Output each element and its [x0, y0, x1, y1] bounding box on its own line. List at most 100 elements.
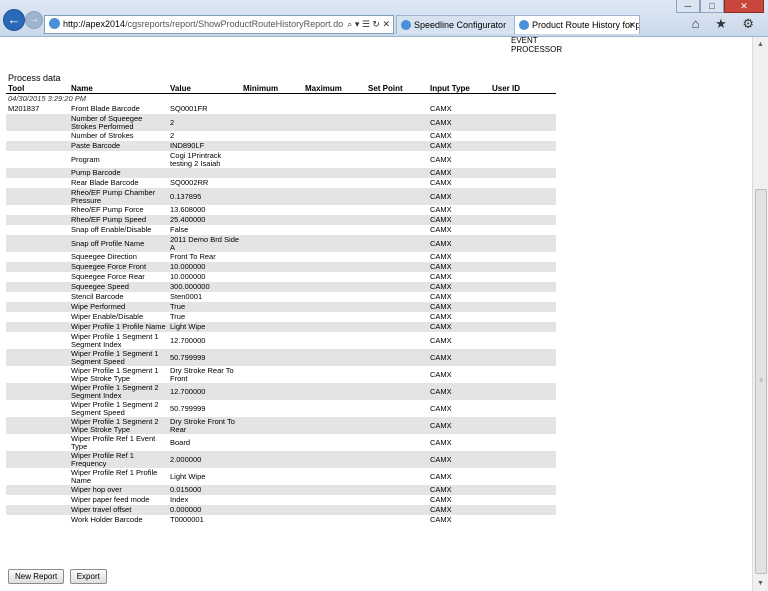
cell-name: Wiper Profile 1 Segment 1 Wipe Stroke Ty…	[71, 365, 159, 383]
back-icon[interactable]: ←	[3, 9, 25, 31]
cell-value: Light Wipe	[170, 471, 206, 481]
cell-set-point	[366, 272, 428, 282]
cell-name: Wiper hop over	[69, 485, 168, 495]
cell-user-id	[490, 282, 556, 292]
address-bar[interactable]: http://apex2014/cgsreports/report/ShowPr…	[44, 15, 394, 34]
table-row: Wiper Profile 1 Segment 1 Segment Speed 5…	[6, 349, 556, 366]
cell-tool	[6, 302, 69, 312]
tab-label: Speedline Configurator	[414, 20, 507, 30]
scroll-up-icon[interactable]: ▲	[753, 37, 768, 52]
cell-name: Pump Barcode	[69, 168, 168, 178]
cell-maximum	[303, 366, 366, 383]
scroll-thumb[interactable]: ≡	[755, 189, 767, 574]
table-row: Program Cogi 1Printrack testing 2 Isaiah C…	[6, 151, 556, 168]
cell-maximum	[303, 495, 366, 505]
cell-set-point	[366, 366, 428, 383]
table-row: Rheo/EF Pump Chamber Pressure 0.137895 CAM…	[6, 188, 556, 205]
cell-value: T0000001	[170, 515, 204, 524]
cell-user-id	[490, 468, 556, 485]
cell-minimum	[241, 225, 303, 235]
tab-speedline-configurator[interactable]: Speedline Configurator	[396, 15, 518, 34]
scroll-down-icon[interactable]: ▼	[753, 576, 768, 591]
close-icon[interactable]: ✕	[724, 0, 764, 13]
cell-value: True	[170, 312, 186, 321]
cell-minimum	[241, 495, 303, 505]
cell-set-point	[366, 383, 428, 400]
cell-name: Stencil Barcode	[71, 292, 124, 301]
cell-maximum	[303, 451, 366, 468]
table-row: Snap off Enable/Disable False CAMX	[6, 225, 556, 235]
cell-tool	[6, 114, 69, 131]
table-row: Squeegee Speed 300.000000 CAMX	[6, 282, 556, 292]
cell-user-id	[490, 434, 556, 451]
cell-tool	[6, 178, 69, 188]
cell-value: 12.700000	[170, 335, 206, 345]
minimize-icon[interactable]: ─	[676, 0, 700, 13]
cell-tool	[6, 468, 69, 485]
cell-name: Number of Squeegee Strokes Performed	[69, 114, 168, 131]
vertical-scrollbar[interactable]: ▲ ≡ ▼	[752, 37, 768, 591]
cell-minimum	[241, 515, 303, 525]
cell-value: Sten0001	[170, 292, 203, 301]
cell-user-id	[490, 225, 556, 235]
cell-maximum	[303, 151, 366, 168]
col-header-minimum: Minimum	[241, 83, 303, 94]
cell-input-type: CAMX	[430, 335, 452, 345]
cell-minimum	[241, 417, 303, 434]
cell-minimum	[241, 272, 303, 282]
cell-user-id	[490, 104, 556, 114]
cell-user-id	[490, 515, 556, 525]
cell-user-id	[490, 451, 556, 468]
table-row: Rheo/EF Pump Force 13.608000 CAMX	[6, 205, 556, 215]
cell-maximum	[303, 114, 366, 131]
cell-value: 25.400000	[168, 215, 241, 225]
cell-name: Wiper travel offset	[69, 505, 168, 515]
export-button[interactable]: Export	[69, 569, 107, 584]
timestamp-row: 04/30/2015 3:29:20 PM	[6, 94, 556, 105]
table-row: Wiper Enable/Disable True CAMX	[6, 312, 556, 322]
new-report-button[interactable]: New Report	[8, 569, 65, 584]
maximize-icon[interactable]: □	[700, 0, 724, 13]
cell-input-type: CAMX	[430, 292, 452, 301]
cell-set-point	[366, 114, 428, 131]
cell-tool	[6, 495, 69, 505]
cell-set-point	[366, 235, 428, 252]
cell-input-type: CAMX	[428, 451, 490, 468]
cell-input-type: CAMX	[428, 383, 490, 400]
scroll-grip-icon: ≡	[759, 378, 763, 384]
cell-user-id	[490, 366, 556, 383]
cell-input-type: CAMX	[430, 272, 452, 281]
cell-set-point	[366, 262, 428, 272]
cell-name: Snap off Profile Name	[69, 235, 168, 252]
table-row: Squeegee Force Front 10.000000 CAMX	[6, 262, 556, 272]
cell-value: True	[168, 302, 241, 312]
cell-input-type: CAMX	[430, 252, 452, 261]
tab-close-icon[interactable]: ✕	[628, 16, 636, 34]
cell-set-point	[366, 332, 428, 349]
cell-name: Number of Strokes	[71, 131, 134, 140]
tab-product-route-history[interactable]: Product Route History for p... ✕	[514, 15, 640, 34]
cell-maximum	[303, 312, 366, 322]
cell-name: Wiper Enable/Disable	[71, 312, 144, 321]
cell-name: Work Holder Barcode	[71, 515, 143, 524]
cell-minimum	[241, 235, 303, 252]
tab-label: Product Route History for p...	[532, 20, 640, 30]
home-favorites-tools-icons[interactable]: ⌂ ★ ⚙	[692, 16, 760, 32]
cell-tool	[6, 332, 69, 349]
cell-tool	[6, 366, 69, 383]
table-row: Wipe Performed True CAMX	[6, 302, 556, 312]
cell-user-id	[490, 417, 556, 434]
process-data-table: Tool Name Value Minimum Maximum Set Poin…	[6, 83, 556, 525]
cell-user-id	[490, 131, 556, 141]
table-row: Number of Strokes 2 CAMX	[6, 131, 556, 141]
cell-set-point	[366, 434, 428, 451]
cell-tool: M201837	[8, 104, 40, 113]
table-row: Squeegee Force Rear 10.000000 CAMX	[6, 272, 556, 282]
cell-set-point	[366, 451, 428, 468]
table-row: Wiper Profile 1 Profile Name Light Wipe CA…	[6, 322, 556, 332]
cell-set-point	[366, 349, 428, 366]
forward-icon[interactable]: →	[25, 11, 43, 29]
address-actions-icons[interactable]: ⌕ ▾ ☰ ↻ ✕	[343, 16, 390, 33]
cell-minimum	[241, 252, 303, 262]
cell-user-id	[490, 400, 556, 417]
